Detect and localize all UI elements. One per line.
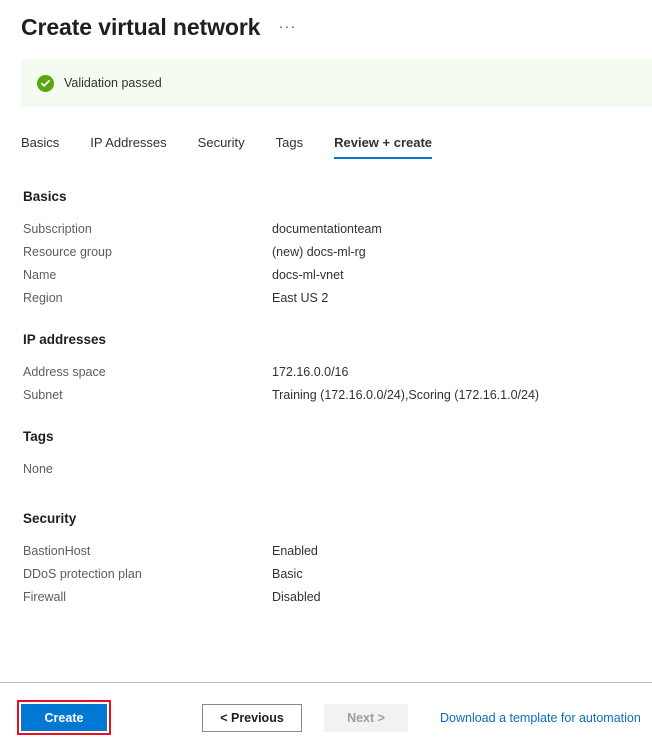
download-template-link[interactable]: Download a template for automation: [440, 711, 641, 725]
table-row: Firewall Disabled: [23, 586, 652, 609]
row-label: Address space: [23, 365, 106, 379]
row-label: DDoS protection plan: [23, 567, 142, 581]
table-row: Resource group (new) docs-ml-rg: [23, 241, 652, 264]
tab-basics[interactable]: Basics: [21, 135, 59, 159]
validation-banner: Validation passed: [21, 59, 652, 107]
create-button-highlight: Create: [17, 700, 111, 735]
section-title: Tags: [23, 429, 54, 444]
footer-action-bar: Create < Previous Next > Download a temp…: [0, 683, 652, 752]
section-security: Security BastionHost Enabled DDoS protec…: [23, 511, 652, 609]
row-label: Name: [23, 268, 57, 282]
row-label: Subscription: [23, 222, 92, 236]
row-label: Firewall: [23, 590, 67, 604]
tab-review-create[interactable]: Review + create: [334, 135, 433, 159]
row-value: documentationteam: [272, 222, 382, 236]
table-row: Address space 172.16.0.0/16: [23, 361, 652, 384]
section-basics: Basics Subscription documentationteam Re…: [23, 189, 652, 310]
section-title: Security: [23, 511, 77, 526]
table-row: Subscription documentationteam: [23, 218, 652, 241]
row-value: 172.16.0.0/16: [272, 365, 349, 379]
row-value: Training (172.16.0.0/24),Scoring (172.16…: [272, 388, 540, 402]
more-options-icon[interactable]: ···: [278, 19, 296, 34]
section-tags: Tags None: [23, 429, 652, 481]
table-row: Region East US 2: [23, 287, 652, 310]
tab-tags[interactable]: Tags: [276, 135, 303, 159]
page-title: Create virtual network: [21, 14, 261, 40]
row-value: Disabled: [272, 590, 321, 604]
page-header: Create virtual network ···: [0, 0, 652, 42]
row-label: Region: [23, 291, 63, 305]
table-row: BastionHost Enabled: [23, 540, 652, 563]
tab-security[interactable]: Security: [198, 135, 245, 159]
row-value: (new) docs-ml-rg: [272, 245, 366, 259]
section-title: IP addresses: [23, 332, 107, 347]
next-button: Next >: [324, 703, 408, 732]
previous-button[interactable]: < Previous: [202, 703, 302, 732]
tab-ip-addresses[interactable]: IP Addresses: [90, 135, 166, 159]
validation-message: Validation passed: [64, 76, 162, 90]
section-ip-addresses: IP addresses Address space 172.16.0.0/16…: [23, 332, 652, 407]
create-button[interactable]: Create: [21, 704, 107, 731]
check-circle-icon: [37, 74, 54, 92]
row-value: Basic: [272, 567, 303, 581]
table-row: DDoS protection plan Basic: [23, 563, 652, 586]
review-content: Basics Subscription documentationteam Re…: [0, 159, 652, 609]
row-label: BastionHost: [23, 544, 91, 558]
row-value: Enabled: [272, 544, 318, 558]
row-label: Subnet: [23, 388, 63, 402]
tags-empty-text: None: [23, 462, 53, 476]
row-value: East US 2: [272, 291, 329, 305]
table-row: Name docs-ml-vnet: [23, 264, 652, 287]
section-title: Basics: [23, 189, 67, 204]
table-row: Subnet Training (172.16.0.0/24),Scoring …: [23, 384, 652, 407]
row-label: Resource group: [23, 245, 112, 259]
row-value: docs-ml-vnet: [272, 268, 344, 282]
tab-strip: Basics IP Addresses Security Tags Review…: [0, 127, 652, 159]
